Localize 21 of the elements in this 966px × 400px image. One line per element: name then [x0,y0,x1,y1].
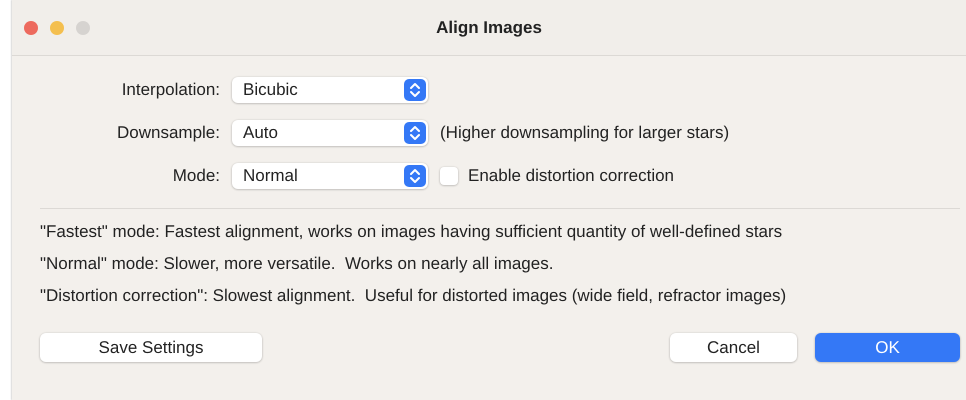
save-settings-button[interactable]: Save Settings [40,333,262,362]
popup-button[interactable]: Auto [232,120,428,146]
popup-button[interactable]: Normal [232,163,428,189]
ok-button[interactable]: OK [815,333,960,362]
stepper-icon [404,122,426,144]
description-text: "Fastest" mode: Fastest alignment, works on images having sufficient quantity of well-defined stars [40,221,784,242]
window-title: Align Images [435,18,543,38]
description-text: "Normal" mode: Slower, more versatile. Works on nearly all images. [40,253,554,274]
hint-text: (Higher downsampling for larger stars) [440,123,730,142]
stepper-icon [404,79,426,101]
minimize-button[interactable] [50,20,64,34]
cancel-button[interactable]: Cancel [670,333,797,362]
field-label: Mode: [172,166,220,186]
checkbox[interactable] [440,167,458,185]
stepper-icon [404,165,426,187]
popup-button[interactable]: Bicubic [232,77,428,103]
field-label: Interpolation: [120,80,220,100]
close-button[interactable] [24,20,38,34]
description-text: "Distortion correction": Slowest alignment. Useful for distorted images (wide field, refractor images) [40,285,788,306]
checkbox-label: Enable distortion correction [468,166,674,186]
field-label: Downsample: [116,123,220,143]
